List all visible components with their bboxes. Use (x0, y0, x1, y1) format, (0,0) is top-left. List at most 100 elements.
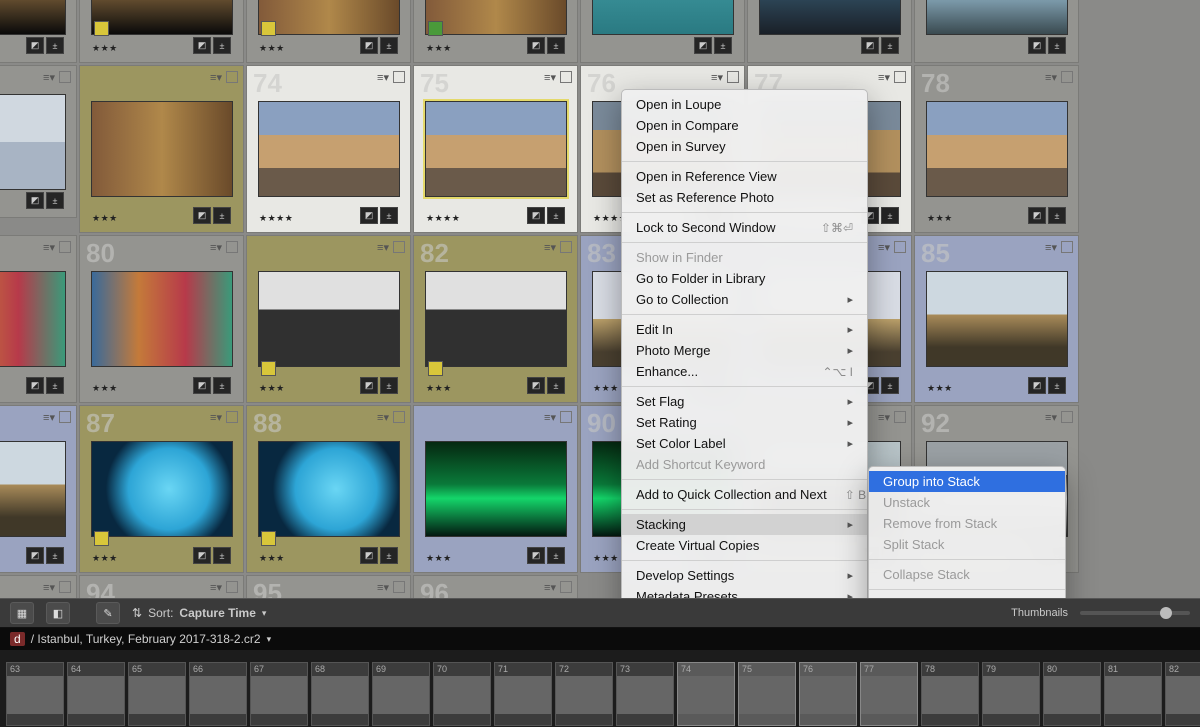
thumbnail-cell[interactable]: ≡▾★★★◩± (246, 235, 411, 403)
color-label-chip[interactable] (94, 531, 109, 546)
develop-badge-icon[interactable]: ± (1048, 37, 1066, 54)
develop-badge-icon[interactable]: ± (380, 207, 398, 224)
develop-badge-icon[interactable]: ± (380, 547, 398, 564)
sort-direction-icon[interactable]: ⇅ (132, 606, 142, 620)
thumbnail-cell[interactable]: ≡▾★★★◩± (413, 0, 578, 63)
develop-badge-icon[interactable]: ± (881, 207, 899, 224)
filmstrip-cell[interactable]: 64 (67, 662, 125, 726)
menu-item[interactable]: Go to Folder in Library (622, 268, 867, 289)
menu-item[interactable]: Create Virtual Copies (622, 535, 867, 556)
filmstrip-cell[interactable]: 82 (1165, 662, 1200, 726)
thumbnail-image[interactable] (258, 441, 400, 537)
thumbnail-cell[interactable]: ≡▾◩± (914, 0, 1079, 63)
thumbnail-image[interactable] (926, 0, 1068, 35)
menu-item[interactable]: Stacking (622, 514, 867, 535)
path-bar[interactable]: d / Istanbul, Turkey, February 2017-318-… (0, 628, 1200, 650)
compare-view-button[interactable]: ◧ (46, 602, 70, 624)
thumbnail-image[interactable] (0, 0, 66, 35)
thumbnail-cell[interactable]: 85≡▾★★★◩± (914, 235, 1079, 403)
cell-menu-icon[interactable]: ≡▾ (210, 71, 238, 84)
thumbnail-cell[interactable]: ≡▾◩± (0, 65, 77, 218)
thumbnail-image[interactable] (425, 441, 567, 537)
menu-item[interactable]: Open in Compare (622, 115, 867, 136)
menu-item[interactable]: Open in Survey (622, 136, 867, 157)
menu-item[interactable]: Photo Merge (622, 340, 867, 361)
cell-menu-icon[interactable]: ≡▾ (1045, 71, 1073, 84)
metadata-badge-icon[interactable]: ◩ (360, 207, 378, 224)
filmstrip-cell[interactable]: 68 (311, 662, 369, 726)
thumbnail-image[interactable] (0, 94, 66, 190)
filmstrip-cell[interactable]: 63 (6, 662, 64, 726)
metadata-badge-icon[interactable]: ◩ (527, 207, 545, 224)
metadata-badge-icon[interactable]: ◩ (193, 377, 211, 394)
menu-item[interactable]: Develop Settings (622, 565, 867, 586)
thumbnail-cell[interactable]: ≡▾★★★◩± (246, 0, 411, 63)
thumbnail-cell[interactable]: ≡▾◩± (747, 0, 912, 63)
metadata-badge-icon[interactable]: ◩ (193, 207, 211, 224)
cell-menu-icon[interactable]: ≡▾ (544, 241, 572, 254)
color-label-chip[interactable] (261, 361, 276, 376)
thumbnail-cell[interactable]: ≡▾◩± (580, 0, 745, 63)
filmstrip-cell[interactable]: 71 (494, 662, 552, 726)
cell-menu-icon[interactable]: ≡▾ (210, 241, 238, 254)
thumbnail-image[interactable] (759, 0, 901, 35)
sort-value[interactable]: Capture Time (179, 606, 255, 620)
thumbnail-size-slider[interactable] (1080, 611, 1190, 615)
color-label-chip[interactable] (428, 361, 443, 376)
thumbnail-cell[interactable]: ≡▾★★★◩± (0, 0, 77, 63)
cell-menu-icon[interactable]: ≡▾ (878, 71, 906, 84)
metadata-badge-icon[interactable]: ◩ (861, 37, 879, 54)
develop-badge-icon[interactable]: ± (547, 207, 565, 224)
metadata-badge-icon[interactable]: ◩ (26, 37, 44, 54)
rating-stars[interactable]: ★★★★ (426, 213, 460, 224)
cell-menu-icon[interactable]: ≡▾ (43, 581, 71, 594)
rating-stars[interactable]: ★★★ (92, 383, 118, 394)
filmstrip-cell[interactable]: 77 (860, 662, 918, 726)
metadata-badge-icon[interactable]: ◩ (527, 37, 545, 54)
filmstrip-cell[interactable]: 69 (372, 662, 430, 726)
cell-menu-icon[interactable]: ≡▾ (377, 71, 405, 84)
cell-menu-icon[interactable]: ≡▾ (878, 411, 906, 424)
filmstrip-cell[interactable]: 70 (433, 662, 491, 726)
develop-badge-icon[interactable]: ± (881, 37, 899, 54)
menu-item[interactable]: Set Rating (622, 412, 867, 433)
thumbnail-image[interactable] (0, 271, 66, 367)
thumbnail-image[interactable] (91, 0, 233, 35)
thumbnail-image[interactable] (91, 101, 233, 197)
filmstrip-cell[interactable]: 73 (616, 662, 674, 726)
menu-item[interactable]: Add to Quick Collection and Next⇧ B (622, 484, 867, 505)
develop-badge-icon[interactable]: ± (46, 37, 64, 54)
develop-badge-icon[interactable]: ± (547, 547, 565, 564)
rating-stars[interactable]: ★★★ (92, 43, 118, 54)
develop-badge-icon[interactable]: ± (213, 207, 231, 224)
filmstrip[interactable]: 6364656667686970717273747576777879808182… (0, 650, 1200, 727)
develop-badge-icon[interactable]: ± (380, 377, 398, 394)
cell-menu-icon[interactable]: ≡▾ (210, 411, 238, 424)
painter-tool-button[interactable]: ✎ (96, 602, 120, 624)
rating-stars[interactable]: ★★★ (426, 553, 452, 564)
thumbnail-cell[interactable]: 80≡▾★★★◩± (79, 235, 244, 403)
thumbnail-cell[interactable]: 74≡▾★★★★◩± (246, 65, 411, 233)
color-label-chip[interactable] (428, 21, 443, 36)
menu-item[interactable]: Set Color Label (622, 433, 867, 454)
cell-menu-icon[interactable]: ≡▾ (878, 241, 906, 254)
develop-badge-icon[interactable]: ± (714, 37, 732, 54)
color-label-chip[interactable] (261, 21, 276, 36)
rating-stars[interactable]: ★★★ (259, 43, 285, 54)
cell-menu-icon[interactable]: ≡▾ (377, 411, 405, 424)
color-label-chip[interactable] (94, 21, 109, 36)
cell-menu-icon[interactable]: ≡▾ (377, 581, 405, 594)
rating-stars[interactable]: ★★★ (593, 553, 619, 564)
thumbnail-cell[interactable]: ≡▾★★★◩± (79, 65, 244, 233)
cell-menu-icon[interactable]: ≡▾ (544, 581, 572, 594)
cell-menu-icon[interactable]: ≡▾ (43, 411, 71, 424)
rating-stars[interactable]: ★★★ (259, 383, 285, 394)
cell-menu-icon[interactable]: ≡▾ (210, 581, 238, 594)
develop-badge-icon[interactable]: ± (213, 377, 231, 394)
metadata-badge-icon[interactable]: ◩ (527, 377, 545, 394)
thumbnail-image[interactable] (425, 271, 567, 367)
filmstrip-cell[interactable]: 75 (738, 662, 796, 726)
thumbnail-image[interactable] (425, 101, 567, 197)
develop-badge-icon[interactable]: ± (881, 377, 899, 394)
thumbnail-image[interactable] (258, 0, 400, 35)
